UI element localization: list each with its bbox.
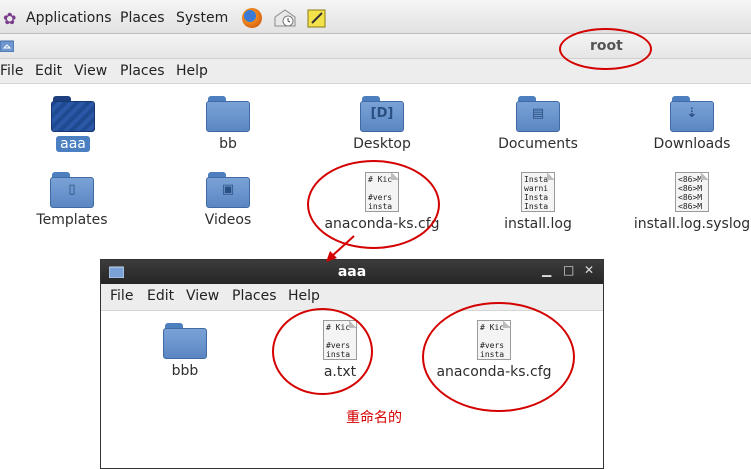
menu-edit[interactable]: Edit [147,288,174,304]
applications-menu[interactable]: Applications [26,10,112,26]
documents-folder-icon: ▤ [516,96,560,132]
folder-documents[interactable]: ▤ Documents [463,96,613,152]
annotation-arrow [326,235,355,262]
folder-bb[interactable]: bb [153,96,303,152]
folder-icon [206,96,250,132]
folder-desktop[interactable]: [D] Desktop [307,96,457,152]
menu-file[interactable]: File [110,288,133,304]
menu-places[interactable]: Places [120,63,165,79]
item-label: aaa [56,136,90,152]
system-menu[interactable]: System [176,10,228,26]
item-label: install.log [504,216,572,232]
gnome-foot-icon[interactable]: ✿ [3,9,16,28]
folder-downloads[interactable]: ⇣ Downloads [617,96,751,152]
home-folder-icon [0,39,15,53]
folder-icon [163,323,207,359]
menu-view[interactable]: View [74,63,107,79]
file-install-log-syslog[interactable]: <86>M <86>M <86>M <86>M install.log.sysl… [617,172,751,232]
item-label: Videos [204,212,252,228]
close-icon[interactable]: ✕ [584,263,594,277]
item-label: install.log.syslog [633,216,751,232]
annotation-circle-root [559,28,652,70]
item-label: Downloads [653,136,731,152]
menu-edit[interactable]: Edit [35,63,62,79]
top-panel: ✿ Applications Places System [0,0,751,34]
annotation-note: 重命名的 [346,410,402,426]
text-editor-icon[interactable] [306,7,326,28]
menu-places[interactable]: Places [232,288,277,304]
videos-folder-icon: ▣ [206,172,250,208]
folder-templates[interactable]: ▯ Templates [0,172,147,228]
desktop-folder-icon: [D] [360,96,404,132]
firefox-icon[interactable] [242,8,262,28]
maximize-icon[interactable]: □ [563,263,574,277]
templates-folder-icon: ▯ [50,172,94,208]
annotation-circle-cfg-copy [422,302,575,412]
annotation-circle-atxt [272,308,373,395]
menu-view[interactable]: View [186,288,219,304]
mail-clock-icon[interactable] [274,8,296,27]
folder-icon [51,96,95,132]
folder-aaa[interactable]: aaa [0,96,148,152]
folder-videos[interactable]: ▣ Videos [153,172,303,228]
text-file-icon: <86>M <86>M <86>M <86>M [675,172,709,212]
downloads-folder-icon: ⇣ [670,96,714,132]
item-label: bb [219,136,237,152]
folder-bbb[interactable]: bbb [110,323,260,379]
places-menu[interactable]: Places [120,10,165,26]
item-label: Documents [498,136,578,152]
menu-file[interactable]: File [0,63,23,79]
minimize-icon[interactable]: ▁ [542,263,551,277]
file-install-log[interactable]: Insta warni Insta Insta install.log [463,172,613,232]
menu-help[interactable]: Help [288,288,320,304]
menu-help[interactable]: Help [176,63,208,79]
item-label: Templates [36,212,108,228]
item-label: bbb [171,363,199,379]
item-label: Desktop [353,136,411,152]
text-file-icon: Insta warni Insta Insta [521,172,555,212]
